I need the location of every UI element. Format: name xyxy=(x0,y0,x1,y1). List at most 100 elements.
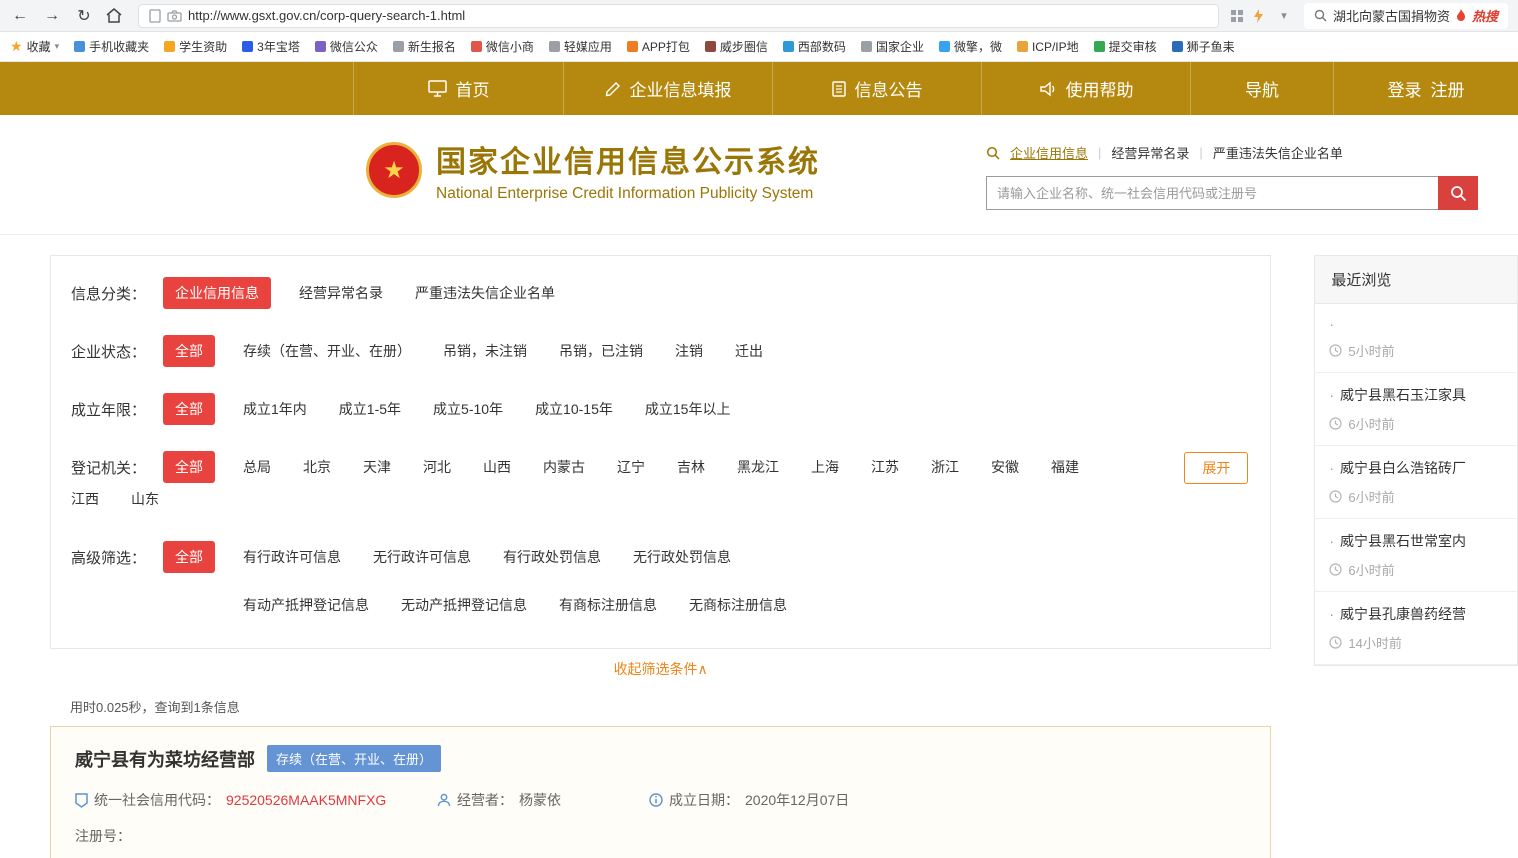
recent-item[interactable]: 威宁县白么浩铭砖厂 6小时前 xyxy=(1315,446,1517,519)
back-icon[interactable]: ← xyxy=(10,7,30,25)
filter-option[interactable]: 迁出 xyxy=(735,335,763,367)
filter-option[interactable]: 辽宁 xyxy=(617,451,645,483)
filter-option[interactable]: 存续（在营、开业、在册） xyxy=(243,335,411,367)
filter-option[interactable]: 无行政许可信息 xyxy=(373,541,471,573)
search-button[interactable] xyxy=(1438,176,1478,210)
tab-credit-info[interactable]: 企业信用信息 xyxy=(1010,143,1088,162)
camera-icon[interactable] xyxy=(167,9,182,22)
filter-selected-chip[interactable]: 全部 xyxy=(163,541,215,573)
address-bar[interactable]: http://www.gsxt.gov.cn/corp-query-search… xyxy=(138,3,1219,28)
bookmark-label: 3年宝塔 xyxy=(257,40,300,54)
bookmark-item[interactable]: 手机收藏夹 xyxy=(74,38,149,55)
home-icon[interactable] xyxy=(106,8,126,23)
filter-option[interactable]: 无行政处罚信息 xyxy=(633,541,731,573)
forward-icon[interactable]: → xyxy=(42,7,62,25)
expand-button[interactable]: 展开 xyxy=(1184,452,1249,484)
filter-option[interactable]: 江苏 xyxy=(871,451,899,483)
bookmark-item[interactable]: 微信公众 xyxy=(314,38,378,55)
filter-option[interactable]: 福建 xyxy=(1051,451,1079,483)
search-input[interactable] xyxy=(986,176,1438,210)
recent-item-name[interactable]: 威宁县白么浩铭砖厂 xyxy=(1329,458,1503,478)
recent-item[interactable]: 威宁县黑石玉江家具 6小时前 xyxy=(1315,373,1517,446)
result-card[interactable]: 威宁县有为菜坊经营部 存续（在营、开业、在册） 统一社会信用代码： 925205… xyxy=(50,726,1272,858)
filter-option[interactable]: 吊销，未注销 xyxy=(443,335,527,367)
login-link[interactable]: 登录 xyxy=(1388,76,1422,101)
nav-enterprise-fill[interactable]: 企业信息填报 xyxy=(563,62,772,115)
filter-option[interactable]: 成立5-10年 xyxy=(433,393,503,425)
bookmark-item[interactable]: 微信小商 xyxy=(470,38,534,55)
filter-option[interactable]: 江西 xyxy=(71,483,99,515)
bookmark-item[interactable]: 轻媒应用 xyxy=(548,38,612,55)
bookmark-item[interactable]: ICP/IP地 xyxy=(1016,38,1079,55)
filter-option[interactable]: 无商标注册信息 xyxy=(689,589,787,621)
bookmark-label: 微擎，微 xyxy=(953,40,1002,54)
nav-notice[interactable]: 信息公告 xyxy=(772,62,981,115)
filter-option[interactable]: 吊销，已注销 xyxy=(559,335,643,367)
filter-option[interactable]: 有行政许可信息 xyxy=(243,541,341,573)
filter-selected-chip[interactable]: 全部 xyxy=(163,393,215,425)
filter-option[interactable]: 有行政处罚信息 xyxy=(503,541,601,573)
filter-option[interactable]: 经营异常名录 xyxy=(299,277,383,309)
filter-option[interactable]: 总局 xyxy=(243,451,271,483)
bookmark-item[interactable]: 新生报名 xyxy=(392,38,456,55)
operator-label: 经营者： xyxy=(457,792,513,808)
flash-icon[interactable] xyxy=(1253,8,1264,24)
favorites-menu[interactable]: ★ 收藏 ▾ xyxy=(10,38,59,55)
bookmark-item[interactable]: 3年宝塔 xyxy=(242,38,300,55)
recent-item[interactable]: 5小时前 xyxy=(1315,304,1517,373)
filter-option[interactable]: 山西 xyxy=(483,451,511,483)
filter-selected-chip[interactable]: 企业信用信息 xyxy=(163,277,271,309)
bookmark-item[interactable]: 威步圈信 xyxy=(704,38,768,55)
filter-option[interactable]: 有商标注册信息 xyxy=(559,589,657,621)
filter-option[interactable]: 有动产抵押登记信息 xyxy=(243,589,369,621)
filter-option[interactable]: 浙江 xyxy=(931,451,959,483)
hot-search-text[interactable]: 湖北向蒙古国捐物资 xyxy=(1333,6,1450,25)
filter-option[interactable]: 成立15年以上 xyxy=(645,393,731,425)
filter-option[interactable]: 注销 xyxy=(675,335,703,367)
filter-option[interactable]: 黑龙江 xyxy=(737,451,779,483)
recent-item[interactable]: 威宁县孔康兽药经营 14小时前 xyxy=(1315,592,1517,665)
filter-option[interactable]: 成立1年内 xyxy=(243,393,307,425)
filter-option[interactable]: 严重违法失信企业名单 xyxy=(415,277,555,309)
bookmark-item[interactable]: 提交审核 xyxy=(1093,38,1157,55)
collapse-filters-link[interactable]: 收起筛选条件∧ xyxy=(50,659,1271,679)
filter-selected-chip[interactable]: 全部 xyxy=(163,451,215,483)
nav-navigate[interactable]: 导航 xyxy=(1190,62,1333,115)
hot-badge[interactable]: 热搜 xyxy=(1472,6,1498,25)
bookmark-item[interactable]: 西部数码 xyxy=(782,38,846,55)
filter-option[interactable]: 山东 xyxy=(131,483,159,515)
hot-search-box[interactable]: 湖北向蒙古国捐物资 热搜 xyxy=(1303,2,1508,29)
filter-option[interactable]: 北京 xyxy=(303,451,331,483)
filter-option[interactable]: 上海 xyxy=(811,451,839,483)
bookmark-item[interactable]: 微擎，微 xyxy=(938,38,1002,55)
filter-option[interactable]: 成立1-5年 xyxy=(339,393,401,425)
recent-item[interactable]: 威宁县黑石世常室内 6小时前 xyxy=(1315,519,1517,592)
filter-option[interactable]: 吉林 xyxy=(677,451,705,483)
recent-item-name[interactable] xyxy=(1329,316,1503,332)
filter-option[interactable]: 无动产抵押登记信息 xyxy=(401,589,527,621)
company-name-link[interactable]: 威宁县有为菜坊经营部 xyxy=(75,746,255,772)
filter-option[interactable]: 内蒙古 xyxy=(543,451,585,483)
filter-option[interactable]: 河北 xyxy=(423,451,451,483)
refresh-icon[interactable]: ↻ xyxy=(74,6,94,26)
filter-option[interactable]: 成立10-15年 xyxy=(535,393,613,425)
bookmark-item[interactable]: 国家企业 xyxy=(860,38,924,55)
filter-option[interactable]: 安徽 xyxy=(991,451,1019,483)
bookmark-item[interactable]: APP打包 xyxy=(626,38,690,55)
chevron-down-icon[interactable]: ▾ xyxy=(1274,9,1294,22)
recent-item-name[interactable]: 威宁县黑石世常室内 xyxy=(1329,531,1503,551)
filter-selected-chip[interactable]: 全部 xyxy=(163,335,215,367)
bookmark-item[interactable]: 学生资助 xyxy=(164,38,227,55)
apps-grid-icon[interactable] xyxy=(1230,9,1243,22)
navbar-spacer xyxy=(0,62,353,115)
bookmark-item[interactable]: 狮子鱼耒 xyxy=(1171,38,1235,55)
tab-abnormal-list[interactable]: 经营异常名录 xyxy=(1111,143,1189,162)
tab-illegal-list[interactable]: 严重违法失信企业名单 xyxy=(1213,143,1343,162)
nav-help[interactable]: 使用帮助 xyxy=(981,62,1190,115)
nav-home[interactable]: 首页 xyxy=(353,62,563,115)
recent-item-time: 6小时前 xyxy=(1348,417,1395,432)
recent-item-name[interactable]: 威宁县黑石玉江家具 xyxy=(1329,385,1503,405)
recent-item-name[interactable]: 威宁县孔康兽药经营 xyxy=(1329,604,1503,624)
filter-option[interactable]: 天津 xyxy=(363,451,391,483)
register-link[interactable]: 注册 xyxy=(1431,76,1465,101)
